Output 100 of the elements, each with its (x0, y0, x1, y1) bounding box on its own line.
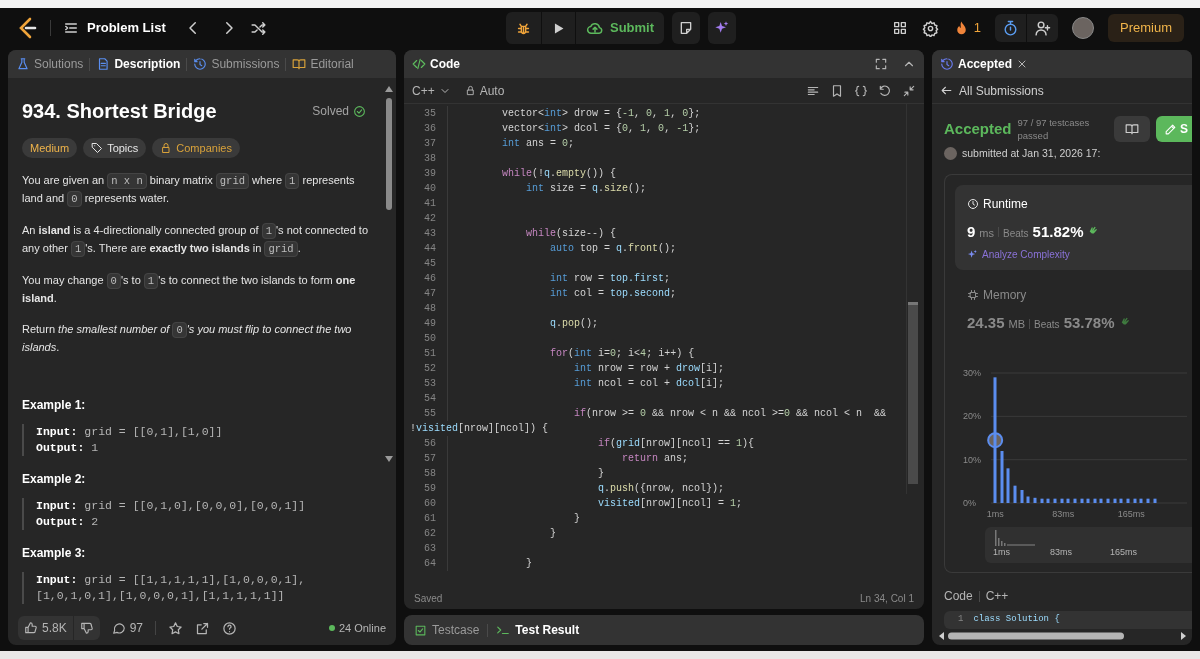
topics-tag[interactable]: Topics (83, 138, 147, 158)
x-tick-label: 83ms (1052, 508, 1075, 519)
premium-button[interactable]: Premium (1108, 14, 1184, 42)
edit-icon (1164, 122, 1177, 136)
streak-button[interactable]: 1 (952, 18, 981, 38)
ai-button[interactable] (708, 12, 737, 44)
histogram-bar[interactable] (1060, 498, 1064, 503)
accepted-tab[interactable]: Accepted (940, 55, 1013, 73)
testcases-passed: 97 / 97 testcases passed (1017, 116, 1090, 142)
avatar[interactable] (1072, 17, 1094, 39)
help-icon[interactable] (222, 620, 238, 636)
histogram-bar[interactable] (1033, 497, 1037, 503)
histogram-bar[interactable] (1073, 498, 1077, 503)
line-number: 63 (423, 542, 436, 556)
beats-percentage: 53.78% (1063, 313, 1115, 334)
code-line: return ans; (621, 452, 689, 466)
histogram-bar[interactable] (1080, 498, 1084, 503)
tab[interactable]: Testcase (414, 621, 480, 639)
star-icon[interactable] (168, 620, 184, 636)
histogram-bar[interactable] (1113, 498, 1117, 503)
layout-icon[interactable] (891, 20, 908, 36)
submission-time: submitted at Jan 31, 2026 17: (962, 146, 1101, 161)
horizontal-scrollbar[interactable] (938, 631, 1188, 641)
settings-icon[interactable] (921, 19, 939, 37)
code-line: if(grid[nrow][ncol] == 1){ (597, 437, 755, 451)
histogram-bar[interactable] (1020, 489, 1024, 503)
scrollbar[interactable] (906, 104, 918, 494)
line-number: 40 (423, 182, 436, 196)
undo-icon[interactable] (878, 83, 892, 98)
code-line: int ans = 0; (501, 137, 575, 151)
line-number: 36 (423, 122, 436, 136)
collapse-icon[interactable] (902, 83, 916, 98)
all-submissions-link[interactable]: All Submissions (932, 78, 1192, 104)
auto-mode-button[interactable]: Auto (464, 81, 505, 100)
fullscreen-icon[interactable] (874, 57, 888, 71)
terminal-icon (496, 623, 511, 637)
line-number: 48 (423, 302, 436, 316)
companies-tag[interactable]: Companies (152, 138, 240, 158)
code-line: q.push({nrow, ncol}); (597, 482, 725, 496)
line-number: 45 (423, 257, 436, 271)
line-number: 64 (423, 557, 436, 571)
history-icon (940, 57, 954, 71)
lock-icon (464, 85, 476, 96)
chip-icon (967, 289, 979, 302)
tab[interactable]: Test Result (496, 621, 580, 639)
code-icon (412, 57, 426, 71)
tab[interactable]: Submissions (193, 55, 280, 73)
histogram-bar[interactable] (1119, 498, 1123, 503)
metric-card[interactable]: Memory 24.35 MB Beats 53.78% (955, 276, 1192, 343)
histogram-bar[interactable] (1046, 498, 1050, 503)
add-user-icon (1034, 19, 1051, 37)
code-line: vector<int> drow = {-1, 0, 1, 0}; (501, 107, 701, 121)
code-line: for(int i=0; i<4; i++) { (549, 347, 695, 361)
histogram-bar[interactable] (1093, 498, 1097, 503)
histogram-bar[interactable] (1026, 496, 1030, 503)
histogram-bar[interactable] (1106, 498, 1110, 503)
metric-label: Memory (967, 286, 1192, 305)
line-number: 46 (423, 272, 436, 286)
example-input-text: Input: grid = [[0,1],[1,0]] (36, 424, 224, 440)
comment-icon (111, 621, 126, 635)
x-tick-label: 165ms (1117, 508, 1145, 519)
histogram-bar[interactable] (1066, 498, 1070, 503)
line-number: 55 (423, 407, 436, 421)
editorial-button[interactable] (1114, 116, 1150, 142)
histogram-bar[interactable] (1013, 485, 1017, 503)
scrollbar[interactable] (384, 84, 394, 464)
histogram-bar[interactable] (1126, 498, 1130, 503)
code-line: int ncol = col + dcol[i]; (573, 377, 725, 391)
metric-card[interactable]: Runtime 9 ms Beats 51.82% Analyze Complexity (955, 184, 1192, 271)
mini-histogram (995, 529, 1035, 546)
histogram-bar[interactable] (1139, 498, 1143, 503)
problem-list-button[interactable]: Problem List (63, 18, 166, 38)
line-number: 56 (423, 437, 436, 451)
back-arrow-icon (940, 84, 953, 97)
histogram-bar[interactable] (1053, 498, 1057, 503)
histogram-bar[interactable] (1153, 498, 1157, 503)
histogram-bar[interactable] (1040, 498, 1044, 503)
language-dropdown[interactable]: C++ (412, 81, 451, 100)
code-line: class Solution { (973, 613, 1060, 627)
beats-label: Beats (1003, 226, 1029, 241)
y-tick-label: 20% (963, 411, 981, 422)
notes-button[interactable] (672, 12, 701, 44)
braces-icon[interactable] (854, 83, 868, 98)
line-number: 54 (423, 392, 436, 406)
code-line: q.pop(); (549, 317, 599, 331)
line-number: 62 (423, 527, 436, 541)
code-tab[interactable]: Code (412, 55, 460, 73)
shuffle-icon[interactable] (249, 19, 267, 37)
tab[interactable]: Solutions (16, 55, 84, 73)
histogram-bar[interactable] (1099, 498, 1103, 503)
code-line: vector<int> dcol = {0, 1, 0, -1}; (501, 122, 701, 136)
tab[interactable]: Description (96, 55, 181, 73)
share-icon[interactable] (195, 620, 211, 636)
comments-button[interactable]: 97 (111, 619, 144, 637)
tab[interactable]: Editorial (292, 55, 354, 73)
histogram-bar[interactable] (1086, 498, 1090, 503)
bookmark-icon[interactable] (830, 83, 844, 98)
histogram-bar[interactable] (1133, 498, 1137, 503)
histogram-bar[interactable] (1146, 498, 1150, 503)
range-overview[interactable]: 1ms 83ms 165ms (985, 526, 1192, 563)
